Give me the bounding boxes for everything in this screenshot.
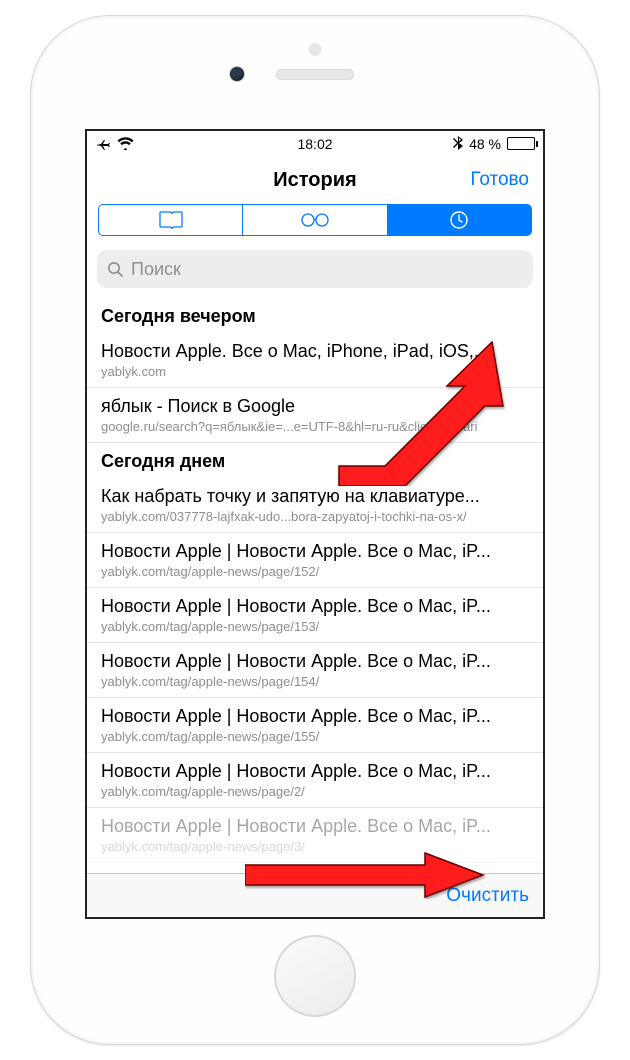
- history-row-url: yablyk.com: [101, 364, 529, 379]
- search-icon: [107, 261, 123, 277]
- home-button[interactable]: [274, 935, 356, 1017]
- history-row[interactable]: Как набрать точку и запятую на клавиатур…: [87, 478, 543, 533]
- history-row[interactable]: яблык - Поиск в Google google.ru/search?…: [87, 388, 543, 443]
- earpiece-speaker: [276, 69, 354, 80]
- history-row-title: Новости Apple | Новости Apple. Все о Mac…: [101, 816, 529, 837]
- history-row-url: yablyk.com/037778-lajfxak-udo...bora-zap…: [101, 509, 529, 524]
- history-row-title: Новости Apple | Новости Apple. Все о Mac…: [101, 761, 529, 782]
- phone-frame: 18:02 48 % История Готово: [30, 15, 600, 1045]
- battery-percentage: 48 %: [469, 136, 501, 152]
- history-row-url: google.ru/search?q=яблык&ie=...e=UTF-8&h…: [101, 419, 529, 434]
- history-row-title: Новости Apple. Все о Mac, iPhone, iPad, …: [101, 341, 529, 362]
- done-button[interactable]: Готово: [470, 169, 529, 191]
- bookmark-icon: [159, 211, 183, 229]
- bluetooth-icon: [453, 136, 463, 151]
- history-row-url: yablyk.com/tag/apple-news/page/152/: [101, 564, 529, 579]
- search-input[interactable]: Поиск: [97, 250, 533, 288]
- status-bar: 18:02 48 %: [87, 131, 543, 156]
- tab-history[interactable]: [387, 205, 531, 235]
- history-row[interactable]: Новости Apple | Новости Apple. Все о Mac…: [87, 698, 543, 753]
- history-row-title: Новости Apple | Новости Apple. Все о Mac…: [101, 596, 529, 617]
- front-camera: [229, 66, 245, 82]
- history-row[interactable]: Новости Apple | Новости Apple. Все о Mac…: [87, 588, 543, 643]
- history-row-url: yablyk.com/tag/apple-news/page/2/: [101, 784, 529, 799]
- segmented-control: [98, 204, 532, 236]
- history-row[interactable]: Новости Apple | Новости Apple. Все о Mac…: [87, 808, 543, 863]
- search-placeholder: Поиск: [131, 259, 181, 280]
- history-row-url: yablyk.com/tag/apple-news/page/154/: [101, 674, 529, 689]
- history-row-title: яблык - Поиск в Google: [101, 396, 529, 417]
- history-row-title: Новости Apple | Новости Apple. Все о Mac…: [101, 541, 529, 562]
- clock-icon: [450, 211, 468, 229]
- wifi-icon: [117, 137, 134, 150]
- proximity-sensor: [309, 43, 322, 56]
- screen: 18:02 48 % История Готово: [85, 129, 545, 919]
- history-row[interactable]: Новости Apple. Все о Mac, iPhone, iPad, …: [87, 333, 543, 388]
- section-header: Сегодня вечером: [87, 298, 543, 333]
- history-row-url: yablyk.com/tag/apple-news/page/155/: [101, 729, 529, 744]
- bottom-toolbar: Очистить: [87, 873, 543, 917]
- tab-bookmarks[interactable]: [99, 205, 242, 235]
- history-row[interactable]: Новости Apple | Новости Apple. Все о Mac…: [87, 533, 543, 588]
- battery-icon: [507, 137, 535, 150]
- airplane-mode-icon: [95, 137, 111, 151]
- status-time: 18:02: [297, 136, 332, 152]
- glasses-icon: [300, 212, 330, 228]
- clear-button[interactable]: Очистить: [446, 885, 529, 907]
- history-list[interactable]: Сегодня вечером Новости Apple. Все о Mac…: [87, 298, 543, 873]
- page-title: История: [273, 169, 356, 192]
- history-row[interactable]: Новости Apple | Новости Apple. Все о Mac…: [87, 643, 543, 698]
- history-row-title: Новости Apple | Новости Apple. Все о Mac…: [101, 651, 529, 672]
- history-row-title: Как набрать точку и запятую на клавиатур…: [101, 486, 529, 507]
- section-header: Сегодня днем: [87, 443, 543, 478]
- history-row-url: yablyk.com/tag/apple-news/page/3/: [101, 839, 529, 854]
- history-row-title: Новости Apple | Новости Apple. Все о Mac…: [101, 706, 529, 727]
- history-row-url: yablyk.com/tag/apple-news/page/153/: [101, 619, 529, 634]
- history-row[interactable]: Новости Apple | Новости Apple. Все о Mac…: [87, 753, 543, 808]
- nav-bar: История Готово: [87, 156, 543, 204]
- tab-reading-list[interactable]: [242, 205, 386, 235]
